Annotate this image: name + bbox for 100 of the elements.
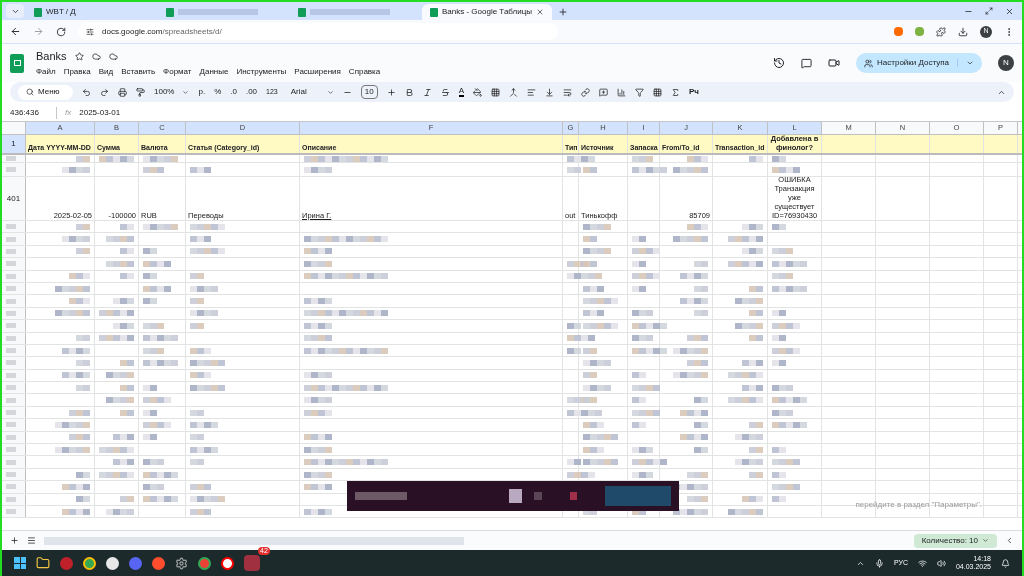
redacted-block bbox=[120, 496, 134, 503]
redacted-block bbox=[742, 384, 763, 391]
redacted-block bbox=[190, 166, 211, 173]
history-icon bbox=[773, 57, 786, 69]
font-select[interactable]: Arial bbox=[290, 86, 334, 98]
redacted-block bbox=[632, 273, 660, 280]
decrease-decimals-button[interactable]: .0 bbox=[230, 86, 237, 98]
messenger-icon[interactable] bbox=[244, 555, 260, 571]
increase-decimals-button[interactable]: .00 bbox=[245, 86, 258, 98]
browser-icon[interactable] bbox=[83, 556, 96, 570]
sum-count-button[interactable]: Количество: 10 bbox=[913, 533, 997, 548]
menu-item[interactable]: Формат bbox=[163, 65, 192, 78]
redacted-block bbox=[567, 322, 581, 329]
redacted-block bbox=[190, 409, 204, 416]
menu-item[interactable]: Расширения bbox=[294, 65, 341, 78]
app-icon[interactable] bbox=[106, 556, 119, 570]
row-number[interactable]: 401 bbox=[2, 177, 26, 220]
redacted-block bbox=[304, 260, 332, 267]
menu-item[interactable]: Вид bbox=[98, 65, 114, 78]
redacted-block bbox=[120, 223, 134, 230]
input-tools-button[interactable]: Рч bbox=[689, 86, 699, 98]
redacted-block bbox=[772, 446, 786, 453]
redacted-block bbox=[76, 248, 90, 255]
redacted-block bbox=[632, 372, 646, 379]
chevron-down-icon bbox=[182, 88, 190, 96]
redacted-block bbox=[143, 322, 164, 329]
extension-icon[interactable] bbox=[915, 27, 924, 36]
tab-title: WBT / Д bbox=[46, 6, 76, 18]
redacted-block bbox=[190, 434, 204, 441]
sheets-icon bbox=[298, 7, 306, 17]
formula-value[interactable]: 2025-03-01 bbox=[79, 107, 121, 119]
redacted-block bbox=[632, 285, 646, 292]
menu-item[interactable]: Инструменты bbox=[236, 65, 287, 78]
redacted-block bbox=[749, 335, 763, 342]
menu-item[interactable]: Вставить bbox=[121, 65, 156, 78]
sheets-icon bbox=[166, 7, 174, 17]
sheets-list-icon bbox=[27, 536, 36, 545]
functions-icon bbox=[671, 87, 680, 97]
redacted-block bbox=[772, 360, 786, 366]
paint-format-icon bbox=[136, 87, 145, 97]
row-number[interactable]: 1 bbox=[2, 135, 26, 153]
extension-icon[interactable] bbox=[894, 27, 903, 36]
currency-button[interactable]: р. bbox=[198, 86, 206, 98]
redacted-block bbox=[772, 384, 793, 391]
plus-icon bbox=[386, 87, 396, 97]
redacted-block bbox=[304, 483, 332, 490]
redacted-block bbox=[632, 421, 646, 428]
close-icon bbox=[536, 8, 544, 16]
browser-tab[interactable]: Banks - Google Таблицы bbox=[422, 4, 552, 20]
redacted-block bbox=[143, 285, 171, 292]
redacted-block bbox=[567, 471, 595, 478]
url-text: docs.google.com/spreadsheets/d/ bbox=[102, 25, 222, 38]
redacted-block bbox=[772, 322, 800, 329]
redacted-block bbox=[728, 372, 763, 379]
redacted-block bbox=[583, 360, 611, 366]
redacted-block bbox=[772, 347, 800, 354]
redacted-block bbox=[113, 322, 134, 329]
redacted-block bbox=[99, 335, 134, 342]
redacted-block bbox=[772, 248, 793, 255]
redacted-block bbox=[772, 260, 807, 267]
redacted-block bbox=[106, 260, 134, 267]
redacted-block bbox=[143, 496, 178, 503]
menu-item[interactable]: Данные bbox=[199, 65, 229, 78]
align-icon bbox=[527, 87, 536, 97]
zoom-select[interactable]: 100% bbox=[154, 86, 190, 98]
address-field[interactable]: docs.google.com/spreadsheets/d/ bbox=[78, 23, 558, 40]
document-title[interactable]: Banks bbox=[36, 48, 67, 65]
redacted-block bbox=[632, 446, 653, 453]
user-avatar[interactable]: N bbox=[998, 55, 1014, 71]
chat-icon[interactable] bbox=[129, 556, 142, 570]
percent-button[interactable]: % bbox=[214, 86, 222, 98]
redacted-block bbox=[304, 409, 332, 416]
redacted-block bbox=[143, 166, 164, 173]
redacted-block bbox=[567, 347, 581, 354]
menu-item[interactable]: Правка bbox=[63, 65, 91, 78]
redacted-block bbox=[113, 459, 134, 466]
redacted-block bbox=[143, 260, 171, 267]
browser-icon[interactable] bbox=[221, 556, 234, 570]
redacted-block bbox=[62, 372, 90, 379]
menu-item[interactable]: Справка bbox=[348, 65, 381, 78]
redacted-block bbox=[632, 248, 660, 255]
redacted-block bbox=[749, 310, 763, 317]
redacted-block bbox=[687, 335, 708, 342]
search-menu-field[interactable]: Меню bbox=[18, 84, 73, 100]
redacted-block bbox=[632, 310, 653, 317]
redacted-block bbox=[749, 421, 763, 428]
redacted-block bbox=[190, 446, 218, 453]
back-icon bbox=[10, 26, 21, 37]
maximize-icon bbox=[985, 7, 993, 15]
redacted-block bbox=[106, 508, 134, 515]
font-size-field[interactable]: 10 bbox=[360, 85, 378, 99]
filter-views-icon bbox=[653, 87, 662, 97]
redacted-block bbox=[106, 236, 134, 243]
link-icon bbox=[581, 87, 590, 97]
cell-reference[interactable]: 436:436 bbox=[2, 107, 57, 119]
redacted-block bbox=[120, 273, 134, 280]
search-icon bbox=[26, 88, 34, 96]
start-icon[interactable] bbox=[14, 557, 26, 569]
redacted-block bbox=[567, 166, 581, 173]
menu-item[interactable]: Файл bbox=[36, 65, 56, 78]
